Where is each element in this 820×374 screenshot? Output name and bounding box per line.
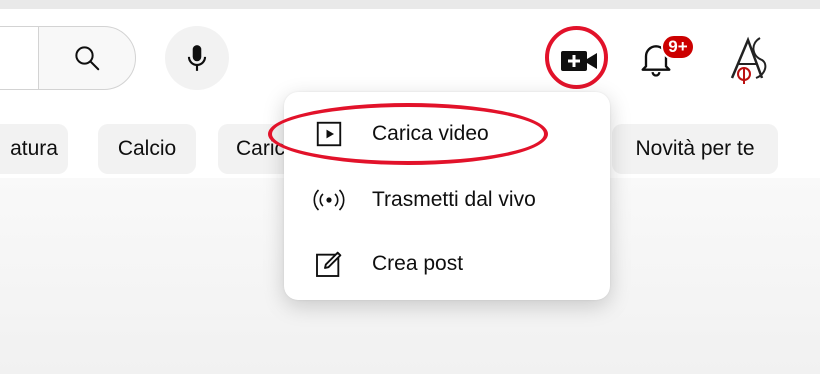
menu-item-label: Crea post — [372, 252, 464, 275]
chip-4[interactable]: Novità per te — [612, 124, 778, 174]
highlight-circle-create — [545, 26, 608, 89]
search-button[interactable] — [38, 26, 136, 90]
chip-2[interactable]: Calcio — [98, 124, 196, 174]
menu-item-label: Trasmetti dal vivo — [372, 188, 536, 211]
menu-item-create-post[interactable]: Crea post — [284, 234, 610, 294]
chip-label: atura — [10, 137, 58, 160]
account-logo-icon — [730, 36, 767, 84]
top-divider — [0, 0, 820, 9]
avatar[interactable] — [722, 34, 780, 86]
microphone-icon — [187, 45, 207, 71]
voice-search-button[interactable] — [165, 26, 229, 90]
chip-label: Calcio — [117, 137, 177, 160]
edit-post-icon — [312, 247, 346, 281]
chip-label: Novità per te — [635, 137, 755, 160]
search-icon — [75, 46, 100, 71]
notifications-badge: 9+ — [661, 34, 695, 60]
chip-1[interactable]: atura — [0, 124, 68, 174]
menu-item-go-live[interactable]: Trasmetti dal vivo — [284, 170, 610, 230]
highlight-circle-upload — [268, 103, 548, 165]
search-input[interactable] — [0, 26, 40, 90]
broadcast-icon — [312, 183, 346, 217]
